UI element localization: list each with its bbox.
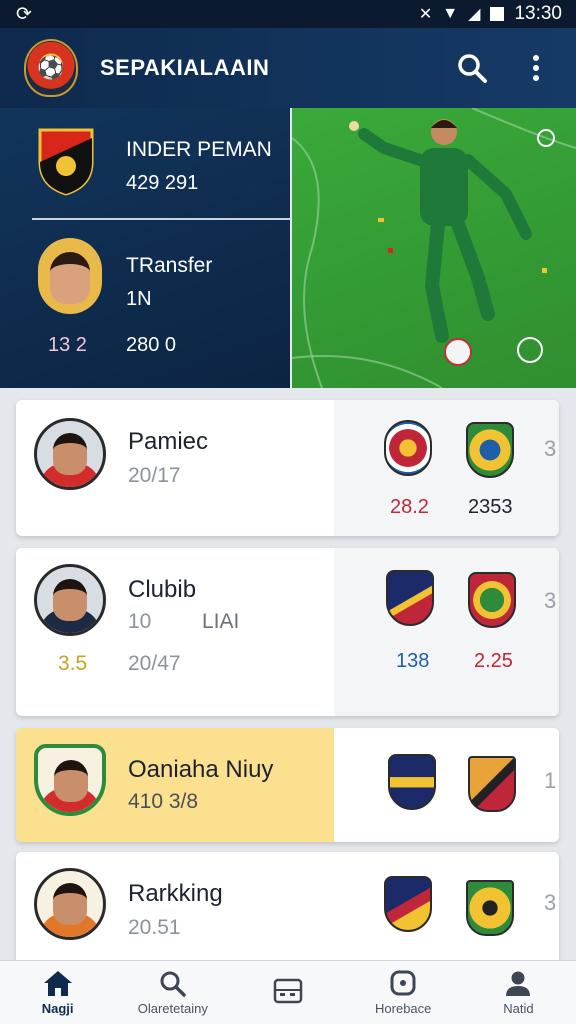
- score-home: 28.2: [390, 496, 429, 518]
- mute-icon: ✕: [418, 6, 433, 23]
- team-crest-icon: [386, 570, 434, 626]
- card-left: Clubib 10 LIAI 3.5 20/47: [16, 548, 334, 716]
- hero-divider: [32, 218, 290, 220]
- status-time: 13:30: [514, 3, 562, 24]
- card-right: 3: [334, 852, 559, 964]
- hero-top-label: INDER PEMAN: [126, 138, 272, 161]
- nav-search[interactable]: Olaretetainy: [115, 961, 230, 1024]
- rank-number: 3: [544, 890, 557, 915]
- status-icons: ✕ ▼ ◢ 13:30: [419, 3, 562, 25]
- card-left: Rarkking 20.51: [16, 852, 334, 964]
- battery-icon: [490, 7, 505, 21]
- more-vert-icon: [533, 55, 539, 81]
- avatar: [34, 744, 106, 816]
- team-crest-icon: [384, 420, 432, 476]
- rank-number: 3: [544, 588, 557, 613]
- nav-label: Horebace: [375, 1001, 432, 1016]
- player-action-image: [292, 108, 576, 388]
- search-button[interactable]: [450, 46, 494, 90]
- app-logo: ⚽: [24, 39, 78, 97]
- team-crest-icon: [468, 756, 516, 812]
- avatar: [34, 564, 106, 636]
- nav-watch[interactable]: Horebace: [346, 961, 461, 1024]
- club-crest-icon: [38, 128, 94, 196]
- ranking-card-4[interactable]: Rarkking 20.51 3: [16, 852, 559, 964]
- card-right: 138 2.25 3: [334, 548, 559, 716]
- app-bar: ⚽ SEPAKIALAAIN: [0, 28, 576, 108]
- score-away: 2353: [468, 496, 513, 518]
- card-right: 1: [334, 728, 559, 842]
- nav-profile[interactable]: Natid: [461, 961, 576, 1024]
- card-left: Oaniaha Niuy 410 3/8: [16, 728, 334, 842]
- profile-icon: [506, 971, 531, 996]
- team-crest-icon: [468, 572, 516, 628]
- search-icon: [458, 54, 487, 83]
- watch-icon: [390, 970, 416, 996]
- wifi-icon: ▼: [442, 5, 459, 22]
- card-sub-tag: LIAI: [202, 610, 240, 633]
- hero-stats-panel: INDER PEMAN 429 291 TRansfer 1N 13 2 280…: [0, 108, 290, 388]
- team-crest-icon: [384, 876, 432, 932]
- hero-transfer-label: TRansfer: [126, 254, 213, 277]
- avatar: [34, 868, 106, 940]
- nav-cards[interactable]: [230, 961, 345, 1024]
- card-sub: 20.51: [128, 916, 181, 939]
- search-icon: [160, 971, 186, 997]
- card-name: Rarkking: [128, 880, 223, 907]
- score-away: 2.25: [474, 650, 513, 672]
- home-icon: [43, 971, 72, 996]
- rank-number: 1: [544, 768, 557, 793]
- team-crest-icon: [466, 880, 514, 936]
- card-name: Pamiec: [128, 428, 209, 455]
- hero-left-number: 13 2: [48, 334, 87, 356]
- sync-icon: ⟳: [16, 3, 32, 25]
- ranking-card-2[interactable]: Clubib 10 LIAI 3.5 20/47 138 2.25 3: [16, 548, 559, 716]
- status-bar: ⟳ ✕ ▼ ◢ 13:30: [0, 0, 576, 28]
- card-date: 20/47: [128, 652, 181, 675]
- more-button[interactable]: [514, 46, 558, 90]
- bottom-nav: Nagji Olaretetainy Horebace Natid: [0, 960, 576, 1024]
- avatar: [34, 418, 106, 490]
- team-crest-icon: [388, 754, 436, 810]
- signal-icon: ◢: [468, 6, 481, 23]
- hero-section: INDER PEMAN 429 291 TRansfer 1N 13 2 280…: [0, 108, 576, 388]
- card-sub: 20/17: [128, 464, 181, 487]
- nav-home[interactable]: Nagji: [0, 961, 115, 1024]
- hero-player-image[interactable]: [292, 108, 576, 388]
- score-home: 138: [396, 650, 430, 672]
- ranking-card-1[interactable]: Pamiec 20/17 28.2 2353 3: [16, 400, 559, 536]
- hero-transfer-value: 1N: [126, 288, 152, 310]
- card-left: Pamiec 20/17: [16, 400, 334, 536]
- hero-top-value: 429 291: [126, 172, 199, 194]
- nav-label: Natid: [503, 1001, 534, 1016]
- card-rating: 3.5: [58, 652, 88, 675]
- nav-label: Olaretetainy: [137, 1001, 208, 1016]
- hero-player-avatar: [38, 238, 102, 314]
- ranking-card-3[interactable]: Oaniaha Niuy 410 3/8 1: [16, 728, 559, 842]
- card-name: Oaniaha Niuy: [128, 756, 274, 783]
- team-crest-icon: [466, 422, 514, 478]
- rank-number: 3: [544, 436, 557, 461]
- card-sub: 10: [128, 610, 152, 633]
- card-icon: [273, 978, 303, 1003]
- app-title: SEPAKIALAAIN: [100, 55, 270, 80]
- card-name: Clubib: [128, 576, 197, 603]
- card-sub: 410 3/8: [128, 790, 199, 813]
- hero-right-number: 280 0: [126, 334, 177, 356]
- card-right: 28.2 2353 3: [334, 400, 559, 536]
- nav-label: Nagji: [41, 1001, 74, 1016]
